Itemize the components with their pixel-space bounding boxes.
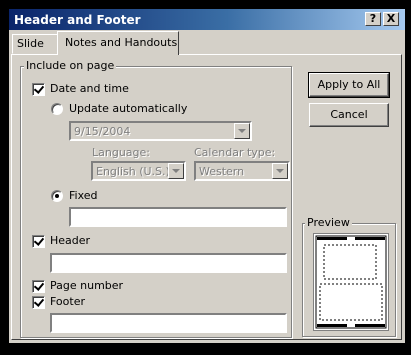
page-number-checkbox[interactable] bbox=[32, 280, 45, 293]
include-on-page-legend: Include on page bbox=[24, 59, 117, 72]
preview-layout-graphic bbox=[315, 235, 387, 329]
update-automatically-label: Update automatically bbox=[69, 102, 188, 115]
cancel-button[interactable]: Cancel bbox=[309, 103, 389, 127]
footer-placeholder bbox=[317, 324, 347, 327]
update-date-value: 9/15/2004 bbox=[74, 125, 131, 138]
tab-panel: Include on page Date and time Update aut… bbox=[11, 54, 402, 340]
header-label: Header bbox=[50, 234, 91, 247]
tab-slide[interactable]: Slide bbox=[12, 34, 59, 54]
date-placeholder bbox=[355, 237, 385, 240]
update-automatically-radio[interactable] bbox=[51, 103, 63, 115]
calendar-type-value: Western bbox=[199, 165, 245, 178]
date-time-label: Date and time bbox=[50, 82, 129, 95]
language-value: English (U.S.) bbox=[96, 165, 170, 178]
header-placeholder bbox=[317, 237, 347, 240]
help-button[interactable]: ? bbox=[365, 12, 381, 26]
chevron-down-icon bbox=[272, 163, 288, 179]
fixed-radio[interactable] bbox=[51, 190, 63, 202]
tab-notes-label: Notes and Handouts bbox=[65, 36, 178, 49]
footer-checkbox[interactable] bbox=[32, 296, 45, 309]
header-checkbox[interactable] bbox=[32, 235, 45, 248]
close-button[interactable]: X bbox=[383, 12, 399, 26]
language-dropdown[interactable]: English (U.S.) bbox=[91, 161, 186, 181]
dialog-title: Header and Footer bbox=[14, 13, 141, 27]
header-text-field[interactable] bbox=[50, 253, 287, 273]
chevron-down-icon bbox=[234, 123, 250, 139]
fixed-label: Fixed bbox=[69, 189, 98, 202]
notes-page-preview bbox=[313, 233, 389, 331]
tab-slide-label: Slide bbox=[17, 37, 44, 50]
apply-to-all-button[interactable]: Apply to All bbox=[308, 72, 390, 98]
page-number-placeholder bbox=[355, 324, 385, 327]
update-date-dropdown[interactable]: 9/15/2004 bbox=[69, 121, 252, 141]
footer-label: Footer bbox=[50, 295, 85, 308]
title-bar: Header and Footer ? X bbox=[9, 9, 405, 30]
chevron-down-icon bbox=[168, 163, 184, 179]
fixed-text-field[interactable] bbox=[69, 207, 287, 227]
calendar-type-label: Calendar type: bbox=[194, 146, 276, 159]
date-time-checkbox[interactable] bbox=[32, 83, 45, 96]
page-number-label: Page number bbox=[50, 279, 124, 292]
tab-notes-and-handouts[interactable]: Notes and Handouts bbox=[57, 31, 179, 55]
calendar-type-dropdown[interactable]: Western bbox=[194, 161, 290, 181]
footer-text-field[interactable] bbox=[50, 313, 287, 333]
language-label: Language: bbox=[92, 146, 150, 159]
header-footer-dialog: Header and Footer ? X Slide Notes and Ha… bbox=[9, 9, 405, 343]
preview-legend: Preview bbox=[305, 216, 352, 229]
